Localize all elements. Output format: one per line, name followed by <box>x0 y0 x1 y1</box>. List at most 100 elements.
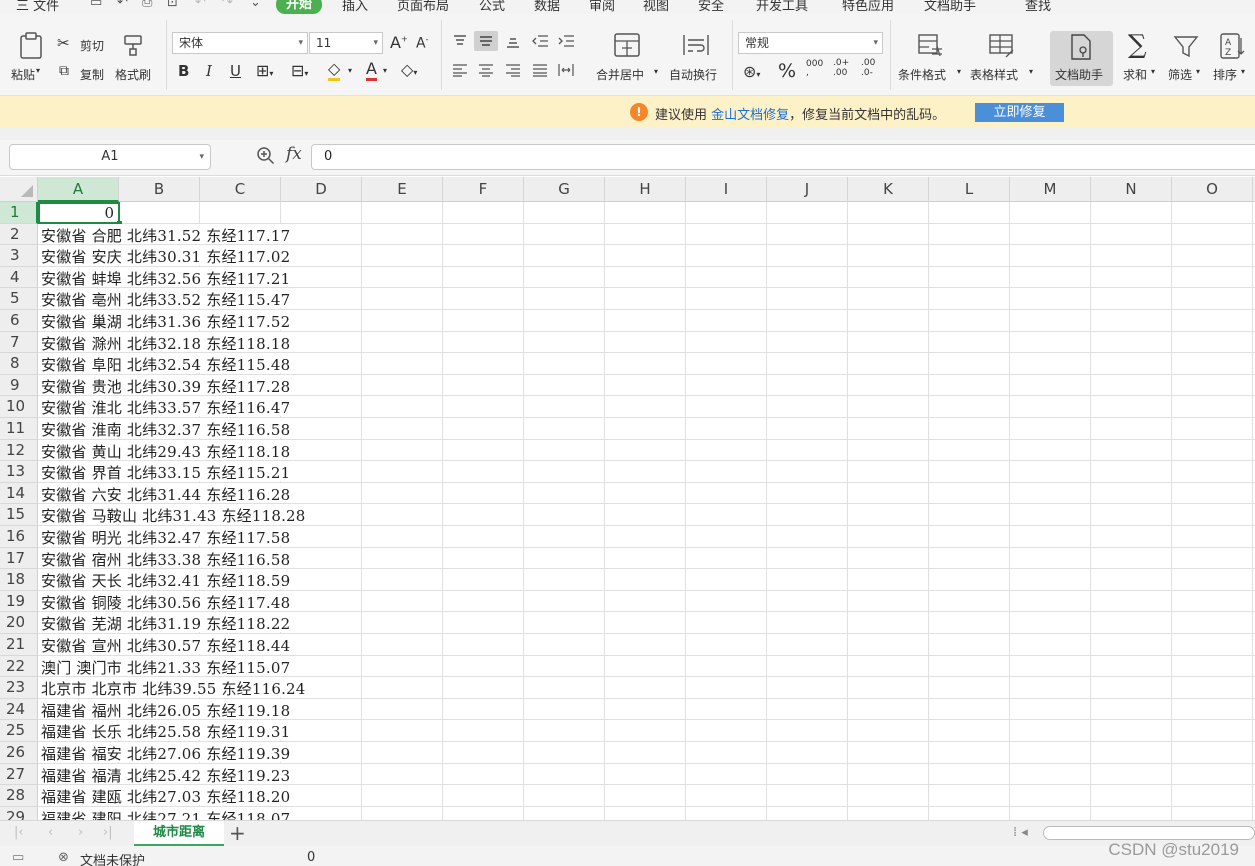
column-header-i[interactable]: I <box>686 177 767 202</box>
table-style-icon[interactable] <box>988 33 1016 59</box>
cell-a10[interactable]: 安徽省 淮北 北纬33.57 东经116.47 <box>41 397 290 418</box>
cell-a4[interactable]: 安徽省 蚌埠 北纬32.56 东经117.21 <box>41 268 290 289</box>
column-header-b[interactable]: B <box>119 177 200 202</box>
select-all-corner[interactable] <box>0 177 38 202</box>
cell-area[interactable]: 0 安徽省 合肥 北纬31.52 东经117.17 安徽省 安庆 北纬30.31 东… <box>38 202 1255 820</box>
undo-redo-icon[interactable]: ↶ <box>117 0 128 10</box>
format-painter-icon[interactable] <box>121 33 145 57</box>
row-header-18[interactable]: 18 <box>0 569 38 591</box>
formula-input[interactable]: 0 <box>311 144 1255 170</box>
font-name-select[interactable]: 宋体 ▾ <box>172 32 308 54</box>
cell-a3[interactable]: 安徽省 安庆 北纬30.31 东经117.02 <box>41 246 290 267</box>
column-header-a[interactable]: A <box>38 177 119 202</box>
row-header-7[interactable]: 7 <box>0 332 38 354</box>
table-style-dropdown-icon[interactable]: ▾ <box>1029 67 1033 76</box>
copy-icon[interactable]: ⧉ <box>59 63 69 79</box>
distribute-icon[interactable] <box>557 62 575 78</box>
column-header-f[interactable]: F <box>443 177 524 202</box>
row-header-4[interactable]: 4 <box>0 267 38 289</box>
redo-icon[interactable]: ↷ <box>222 0 233 10</box>
sort-button[interactable]: 排序 <box>1213 66 1237 83</box>
doc-protection-status[interactable]: 文档未保护 <box>80 850 145 866</box>
cell-a24[interactable]: 福建省 福州 北纬26.05 东经119.18 <box>41 700 290 721</box>
row-header-17[interactable]: 17 <box>0 548 38 570</box>
fill-table-icon[interactable]: ⊟▾ <box>291 61 308 80</box>
currency-icon[interactable]: ⊛▾ <box>743 62 760 81</box>
cell-a26[interactable]: 福建省 福安 北纬27.06 东经119.39 <box>41 743 290 764</box>
paste-icon[interactable] <box>18 32 44 60</box>
align-left-icon[interactable] <box>452 63 468 77</box>
underline-button[interactable]: U <box>230 62 241 80</box>
align-center-icon[interactable] <box>478 63 494 77</box>
conditional-format-button[interactable]: 条件格式 <box>898 66 946 83</box>
column-header-h[interactable]: H <box>605 177 686 202</box>
doc-helper-icon[interactable] <box>1068 33 1094 61</box>
table-style-button[interactable]: 表格样式 <box>970 66 1018 83</box>
indent-increase-icon[interactable] <box>558 34 576 48</box>
row-header-10[interactable]: 10 <box>0 396 38 418</box>
row-header-23[interactable]: 23 <box>0 677 38 699</box>
cell-a6[interactable]: 安徽省 巢湖 北纬31.36 东经117.52 <box>41 311 290 332</box>
increase-font-icon[interactable]: A+ <box>390 33 408 52</box>
row-header-27[interactable]: 27 <box>0 764 38 786</box>
column-header-m[interactable]: M <box>1010 177 1091 202</box>
cond-format-dropdown-icon[interactable]: ▾ <box>957 67 961 76</box>
decrease-font-icon[interactable]: A- <box>416 35 428 52</box>
column-header-e[interactable]: E <box>362 177 443 202</box>
chevron-down-icon[interactable]: ▾ <box>199 145 204 169</box>
paste-button[interactable]: 粘贴 <box>11 66 35 83</box>
row-header-11[interactable]: 11 <box>0 418 38 440</box>
column-header-o[interactable]: O <box>1172 177 1253 202</box>
kingsoft-docs-repair-link[interactable]: 金山文档修复 <box>711 108 789 123</box>
row-header-24[interactable]: 24 <box>0 699 38 721</box>
filter-dropdown-icon[interactable]: ▾ <box>1196 67 1200 76</box>
cell-a29[interactable]: 福建省 建阳 北纬27.21 东经118.07 <box>41 808 290 820</box>
increase-decimal-icon[interactable]: .0+ .00 <box>833 58 849 78</box>
align-top-icon[interactable] <box>452 34 468 48</box>
border-icon[interactable]: ⊞▾ <box>256 61 273 80</box>
filter-icon[interactable] <box>1173 34 1199 60</box>
menu-item-0[interactable]: 三 文件 <box>16 0 59 14</box>
cell-a11[interactable]: 安徽省 淮南 北纬32.37 东经116.58 <box>41 419 290 440</box>
font-color-dropdown-icon[interactable]: ▾ <box>383 66 387 75</box>
row-header-6[interactable]: 6 <box>0 310 38 332</box>
window-mode-icon[interactable]: ▭ <box>12 850 24 865</box>
next-sheet-icon[interactable]: › <box>78 825 83 840</box>
preview-icon[interactable]: ⊡ <box>167 0 178 10</box>
menu-item-11[interactable]: 文档助手 <box>924 0 976 14</box>
cell-a21[interactable]: 安徽省 宣州 北纬30.57 东经118.44 <box>41 635 290 656</box>
paste-dropdown-icon[interactable]: ▾ <box>36 66 40 75</box>
sum-button[interactable]: 求和 <box>1123 66 1147 83</box>
cell-a19[interactable]: 安徽省 铜陵 北纬30.56 东经117.48 <box>41 592 290 613</box>
cell-a18[interactable]: 安徽省 天长 北纬32.41 东经118.59 <box>41 570 290 591</box>
row-header-13[interactable]: 13 <box>0 461 38 483</box>
font-size-select[interactable]: 11 ▾ <box>309 32 383 54</box>
cell-a22[interactable]: 澳门 澳门市 北纬21.33 东经115.07 <box>41 657 290 678</box>
copy-button[interactable]: 复制 <box>80 66 104 83</box>
horizontal-scrollbar[interactable] <box>1043 826 1255 840</box>
row-header-19[interactable]: 19 <box>0 591 38 613</box>
sheet-tab-city-distance[interactable]: 城市距离 <box>134 821 224 846</box>
cell-a20[interactable]: 安徽省 芜湖 北纬31.19 东经118.22 <box>41 613 290 634</box>
row-header-25[interactable]: 25 <box>0 720 38 742</box>
dropdown-icon[interactable]: ⌄ <box>250 0 261 10</box>
menu-item-5[interactable]: 数据 <box>534 0 560 14</box>
menu-item-6[interactable]: 审阅 <box>589 0 615 14</box>
column-header-c[interactable]: C <box>200 177 281 202</box>
row-header-26[interactable]: 26 <box>0 742 38 764</box>
cell-a1[interactable]: 0 <box>38 202 122 226</box>
add-sheet-icon[interactable]: + <box>229 821 246 845</box>
menu-item-1[interactable]: 开始 <box>276 0 323 14</box>
menu-item-7[interactable]: 视图 <box>643 0 669 14</box>
row-header-21[interactable]: 21 <box>0 634 38 656</box>
row-header-5[interactable]: 5 <box>0 288 38 310</box>
column-header-l[interactable]: L <box>929 177 1010 202</box>
cell-a17[interactable]: 安徽省 宿州 北纬33.38 东经116.58 <box>41 549 290 570</box>
clear-format-icon[interactable]: ◇▾ <box>401 60 417 79</box>
repair-now-button[interactable]: 立即修复 <box>975 103 1064 122</box>
cell-a15[interactable]: 安徽省 马鞍山 北纬31.43 东经118.28 <box>41 505 306 526</box>
cut-icon[interactable]: ✂ <box>57 34 70 52</box>
menu-item-12[interactable]: 查找 <box>1025 0 1051 14</box>
menu-item-10[interactable]: 特色应用 <box>842 0 894 14</box>
menu-item-4[interactable]: 公式 <box>479 0 505 14</box>
